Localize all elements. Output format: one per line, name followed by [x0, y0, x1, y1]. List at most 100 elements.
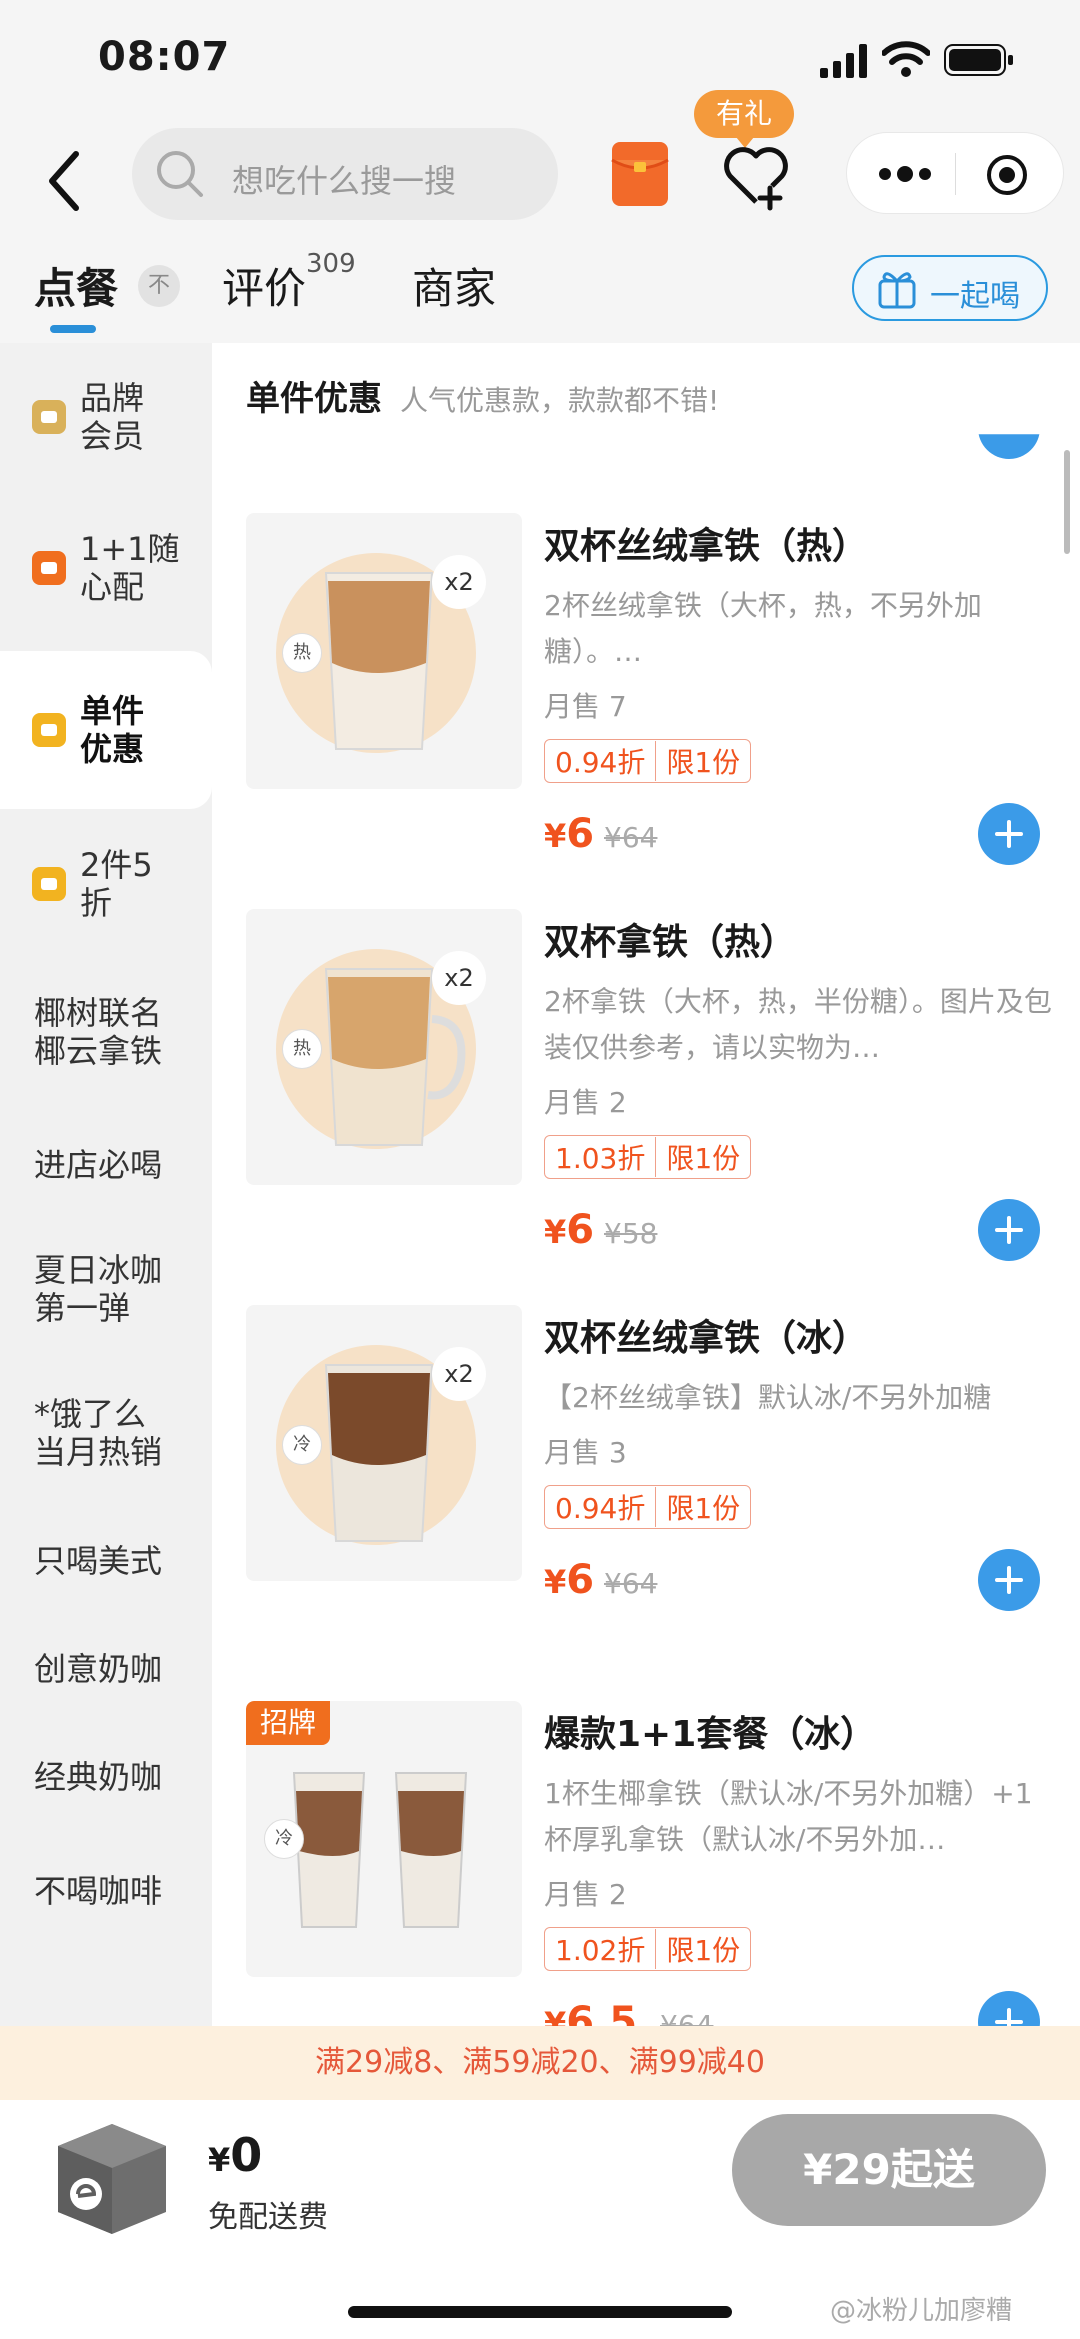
sidebar-item[interactable]: 创意奶咖	[0, 1615, 212, 1723]
product-image[interactable]: x2 冷	[246, 1305, 522, 1581]
scrollbar[interactable]	[1064, 450, 1070, 554]
price-value: 6	[566, 1557, 595, 1603]
original-price: ¥64	[604, 1567, 658, 1600]
tag-badge-icon	[32, 713, 66, 747]
cellular-signal-icon	[820, 44, 867, 78]
product-price: ¥6	[544, 1207, 594, 1253]
discount-rate: 1.03折	[545, 1137, 657, 1177]
original-price: ¥64	[604, 821, 658, 854]
sidebar-item-label: 品牌 会员	[80, 379, 145, 455]
sidebar-item[interactable]: 2件5 折	[0, 809, 212, 959]
home-indicator[interactable]	[348, 2306, 732, 2318]
sidebar-item[interactable]: *饿了么 当月热销	[0, 1363, 212, 1503]
search-bar[interactable]: 想吃什么搜一搜	[132, 128, 558, 220]
promo-banner: 满29减8、满59减20、满99减40	[0, 2026, 1080, 2100]
cup-badge-icon	[32, 551, 66, 585]
watermark-text: @冰粉儿加廖糟	[830, 2296, 1013, 2326]
add-to-cart-button[interactable]	[978, 803, 1040, 865]
free-delivery-label: 免配送费	[208, 2200, 328, 2235]
product-image[interactable]: x2 热	[246, 909, 522, 1185]
monthly-sales: 月售 2	[544, 1878, 627, 1911]
back-arrow-icon[interactable]	[40, 146, 90, 216]
price-value: 6	[566, 1207, 595, 1253]
top-nav-bar: 想吃什么搜一搜 有礼	[0, 90, 1080, 255]
tab-order[interactable]: 点餐	[34, 255, 118, 316]
product-card[interactable]: x2 冷 双杯丝绒拿铁（冰） 【2杯丝绒拿铁】默认冰/不另外加糖 月售 3 0.94折 限1…	[212, 1305, 1080, 1705]
tab-active-indicator	[50, 325, 96, 333]
product-card[interactable]: x2 热 双杯丝绒拿铁（热） 2杯丝绒拿铁（大杯，热，不另外加糖）。… 月售 7 0.94…	[212, 513, 1080, 913]
product-image[interactable]: x2 热	[246, 513, 522, 789]
sidebar-item[interactable]: 品牌 会员	[0, 343, 212, 491]
sidebar-item-label: 进店必喝	[34, 1146, 163, 1184]
sidebar-item-label: 创意奶咖	[34, 1650, 163, 1688]
product-image[interactable]: 冷 招牌	[246, 1701, 522, 1977]
category-sidebar: 品牌 会员 1+1随 心配单件 优惠 2件5 折椰树联名 椰云拿铁进店必喝夏日冰咖 …	[0, 343, 212, 2026]
sidebar-item-label: *饿了么 当月热销	[34, 1395, 163, 1471]
product-card[interactable]: x2 热 双杯拿铁（热） 2杯拿铁（大杯，热，半份糖）。图片及包装仅供参考，请以实物为…	[212, 909, 1080, 1309]
battery-icon	[944, 44, 1013, 76]
close-miniapp-icon[interactable]	[985, 153, 1029, 197]
temperature-tag: 冷	[264, 1819, 304, 1859]
product-price: ¥6.5	[544, 1999, 637, 2026]
red-packet-icon[interactable]	[610, 140, 670, 208]
temperature-tag: 热	[282, 633, 322, 673]
drink-together-button[interactable]: 一起喝	[852, 255, 1048, 321]
pin-icon[interactable]: 不	[138, 265, 180, 307]
price-value: 6.5	[566, 1999, 638, 2026]
product-price: ¥6	[544, 811, 594, 857]
discount-tag: 0.94折 限1份	[544, 739, 752, 783]
min-order-button[interactable]: ¥29起送	[732, 2114, 1046, 2226]
sidebar-item-label: 2件5 折	[80, 846, 153, 922]
quantity-tag: x2	[432, 951, 486, 1005]
discount-tag: 1.03折 限1份	[544, 1135, 752, 1179]
tab-merchant[interactable]: 商家	[412, 255, 496, 316]
quantity-tag: x2	[432, 1347, 486, 1401]
sidebar-item[interactable]: 夏日冰咖 第一弹	[0, 1219, 212, 1359]
sidebar-item-label: 不喝咖啡	[34, 1872, 163, 1910]
tab-review-label: 评价	[222, 264, 307, 313]
review-count: 309	[306, 249, 356, 279]
sidebar-item[interactable]: 只喝美式	[0, 1507, 212, 1615]
add-to-cart-button[interactable]	[978, 1199, 1040, 1261]
product-title: 双杯丝绒拿铁（热）	[544, 526, 869, 567]
sidebar-item[interactable]: 经典奶咖	[0, 1723, 212, 1831]
product-title: 双杯拿铁（热）	[544, 922, 797, 963]
sidebar-item[interactable]: 不喝咖啡	[0, 1831, 212, 1951]
temperature-tag: 热	[282, 1029, 322, 1069]
sidebar-item[interactable]: 1+1随 心配	[0, 493, 212, 643]
signature-badge: 招牌	[246, 1701, 330, 1745]
sidebar-item[interactable]: 椰树联名 椰云拿铁	[0, 967, 212, 1097]
tab-review[interactable]: 评价309	[222, 249, 356, 316]
sidebar-item[interactable]: 进店必喝	[0, 1111, 212, 1219]
add-button-partial[interactable]	[978, 434, 1040, 459]
original-price: ¥64	[660, 2009, 714, 2026]
price-currency: ¥	[544, 1563, 567, 1601]
wifi-icon	[882, 41, 930, 77]
add-to-cart-button[interactable]	[978, 1549, 1040, 1611]
sidebar-item-label: 单件 优惠	[80, 692, 145, 768]
status-time: 08:07	[98, 34, 231, 80]
product-description: 【2杯丝绒拿铁】默认冰/不另外加糖	[544, 1381, 992, 1414]
product-card[interactable]: 冷 招牌 爆款1+1套餐（冰） 1杯生椰拿铁（默认冰/不另外加糖）+1杯厚乳拿铁（默认…	[212, 1701, 1080, 2026]
discount-tag: 0.94折 限1份	[544, 1485, 752, 1529]
more-dots-icon[interactable]	[877, 159, 933, 189]
discount-rate: 1.02折	[545, 1929, 657, 1969]
currency-symbol: ¥	[208, 2141, 231, 2179]
product-title: 爆款1+1套餐（冰）	[544, 1714, 877, 1755]
product-description: 1杯生椰拿铁（默认冰/不另外加糖）+1杯厚乳拿铁（默认冰/不另外加…	[544, 1777, 1033, 1856]
discount-tag: 1.02折 限1份	[544, 1927, 752, 1971]
add-to-cart-button[interactable]	[978, 1991, 1040, 2026]
section-title: 单件优惠	[246, 379, 382, 419]
temperature-tag: 冷	[282, 1425, 322, 1465]
cart-box-icon[interactable]	[46, 2116, 176, 2240]
price-currency: ¥	[544, 2005, 567, 2026]
purchase-limit: 限1份	[666, 1492, 741, 1525]
search-icon	[157, 151, 203, 197]
sidebar-item[interactable]: 单件 优惠	[0, 651, 212, 809]
gift-cups-icon	[878, 272, 916, 309]
favorite-add-icon[interactable]	[720, 140, 792, 212]
status-bar: 08:07	[0, 0, 1080, 120]
product-list: 单件优惠 人气优惠款，款款都不错! x2 热 双杯丝绒拿铁（热） 2杯丝绒拿铁（大杯，热…	[212, 343, 1080, 2026]
heart-badge-icon	[32, 400, 66, 434]
drink-together-label: 一起喝	[930, 279, 1020, 314]
